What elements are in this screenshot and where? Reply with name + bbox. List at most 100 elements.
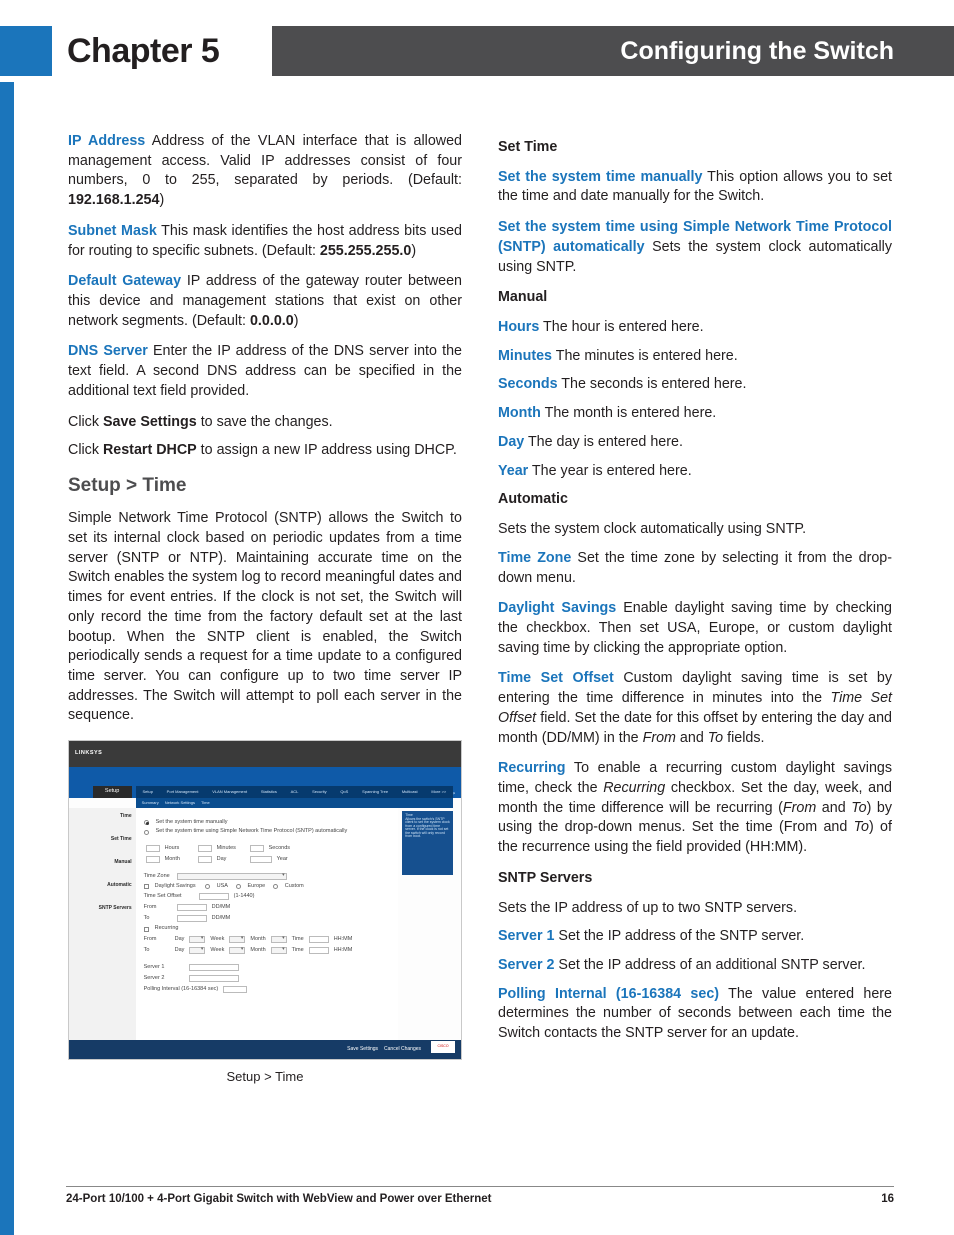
minutes-para: Minutes The minutes is entered here. — [498, 347, 892, 367]
subnet-term: Subnet Mask — [68, 223, 157, 239]
set-manual-term: Set the system time manually — [498, 169, 702, 185]
dns-para: DNS Server Enter the IP address of the D… — [68, 342, 462, 401]
day-para: Day The day is entered here. — [498, 433, 892, 453]
shot-tab: VLAN Management — [212, 790, 247, 794]
gateway-para: Default Gateway IP address of the gatewa… — [68, 272, 462, 331]
minutes-term: Minutes — [498, 348, 552, 364]
s1-text: Set the IP address of the SNTP server. — [554, 928, 804, 944]
shot-field — [146, 845, 160, 852]
poll-term: Polling Internal (16-16384 sec) — [498, 986, 719, 1002]
shot-opt-europe: Europe — [248, 884, 266, 890]
shot-field — [309, 936, 329, 943]
shot-hhmm: HH:MM — [334, 937, 353, 943]
poll-para: Polling Internal (16-16384 sec) The valu… — [498, 985, 892, 1044]
s1-term: Server 1 — [498, 928, 554, 944]
tz-para: Time Zone Set the time zone by selecting… — [498, 549, 892, 588]
shot-lbl-ds: Daylight Savings — [155, 884, 196, 890]
restart-bold: Restart DHCP — [103, 442, 197, 458]
screenshot-ui: LINKSYS 24-Port 10/100 ports and 4 gigab… — [68, 740, 462, 1059]
month-text: The month is entered here. — [541, 405, 716, 421]
radio-icon — [144, 820, 149, 825]
header-chapter-block: Chapter 5 — [52, 26, 272, 76]
chapter-title: Chapter 5 — [67, 32, 219, 71]
rec-em4: To — [854, 819, 869, 835]
shot-field — [250, 856, 272, 863]
shot-lbl-s2: Server 2 — [144, 976, 184, 982]
shot-lbl-week: Week — [210, 948, 224, 954]
shot-lbl-min: (1-1440) — [234, 894, 255, 900]
s1-para: Server 1 Set the IP address of the SNTP … — [498, 927, 892, 947]
shot-lbl-time: Time — [292, 948, 304, 954]
shot-opt-usa: USA — [217, 884, 228, 890]
shot-tipbox: TimeAllows the switch's SNTP client to s… — [402, 811, 453, 874]
shot-subtab: Time — [201, 801, 210, 805]
s2-term: Server 2 — [498, 957, 554, 973]
page-header: Chapter 5 Configuring the Switch — [0, 26, 954, 76]
hours-term: Hours — [498, 319, 539, 335]
footer-product: 24-Port 10/100 + 4-Port Gigabit Switch w… — [66, 1193, 492, 1205]
manual-heading: Manual — [498, 288, 892, 308]
shot-subtab: Network Settings — [165, 801, 195, 805]
shot-radio2: Set the system time using Simple Network… — [156, 829, 348, 835]
shot-brandbar: LINKSYS — [69, 741, 461, 766]
right-column: Set Time Set the system time manually Th… — [498, 132, 892, 1165]
radio-icon — [205, 884, 210, 889]
checkbox-icon — [144, 884, 149, 889]
year-term: Year — [498, 463, 528, 479]
sntp-intro: Sets the IP address of up to two SNTP se… — [498, 899, 892, 919]
tso-and: and — [676, 730, 708, 746]
shot-select — [271, 936, 287, 943]
restart-post: to assign a new IP address using DHCP. — [197, 442, 457, 458]
header-blue-block — [0, 26, 52, 76]
shot-field — [189, 964, 239, 971]
shot-lbl-day: Day — [217, 857, 245, 863]
shot-side-item: Automatic — [107, 883, 131, 888]
shot-lbl-dayw: Day — [175, 948, 185, 954]
rec-em3: To — [851, 800, 866, 816]
hours-para: Hours The hour is entered here. — [498, 318, 892, 338]
shot-lbl-recurring: Recurring — [155, 926, 179, 932]
shot-field — [198, 845, 212, 852]
shot-tab: Statistics — [261, 790, 277, 794]
shot-field — [250, 845, 264, 852]
restart-pre: Click — [68, 442, 103, 458]
shot-lbl-to: To — [144, 916, 172, 922]
day-term: Day — [498, 434, 524, 450]
rec-and: and — [816, 800, 851, 816]
seconds-para: Seconds The seconds is entered here. — [498, 375, 892, 395]
ip-address-term: IP Address — [68, 133, 145, 149]
shot-opt-custom: Custom — [285, 884, 304, 890]
shot-save-button: Save Settings — [347, 1047, 378, 1052]
tso-para: Time Set Offset Custom daylight saving t… — [498, 669, 892, 748]
recurring-para: Recurring To enable a recurring custom d… — [498, 759, 892, 858]
page-footer: 24-Port 10/100 + 4-Port Gigabit Switch w… — [66, 1186, 894, 1205]
ip-address-para: IP Address Address of the VLAN interface… — [68, 132, 462, 211]
shot-hhmm: HH:MM — [334, 948, 353, 954]
shot-lbl-to2: To — [144, 948, 172, 954]
shot-subtab: Summary — [142, 801, 159, 805]
left-column: IP Address Address of the VLAN interface… — [68, 132, 462, 1165]
day-text: The day is entered here. — [524, 434, 683, 450]
shot-subtabs: Summary Network Settings Time — [136, 798, 454, 808]
shot-lbl-year: Year — [277, 857, 305, 863]
shot-tabs: Setup Port Management VLAN Management St… — [136, 786, 454, 799]
save-post: to save the changes. — [197, 414, 333, 430]
shot-lbl-minutes: Minutes — [217, 846, 245, 852]
save-bold: Save Settings — [103, 414, 197, 430]
shot-field — [198, 856, 212, 863]
header-gray-block: Configuring the Switch — [272, 26, 954, 76]
shot-setup-tab: Setup — [93, 786, 132, 799]
rec-term: Recurring — [498, 760, 566, 776]
shot-lbl-seconds: Seconds — [269, 846, 297, 852]
ip-address-default: 192.168.1.254 — [68, 192, 159, 208]
shot-tab: ACL — [291, 790, 299, 794]
ds-para: Daylight Savings Enable daylight saving … — [498, 599, 892, 658]
save-pre: Click — [68, 414, 103, 430]
set-auto-para: Set the system time using Simple Network… — [498, 218, 892, 277]
s2-para: Server 2 Set the IP address of an additi… — [498, 956, 892, 976]
save-para: Click Save Settings to save the changes. — [68, 413, 462, 433]
shot-side-item: Time — [120, 814, 132, 819]
screenshot-figure: LINKSYS 24-Port 10/100 ports and 4 gigab… — [68, 740, 462, 1085]
gateway-default: 0.0.0.0 — [250, 313, 294, 329]
shot-field — [146, 856, 160, 863]
